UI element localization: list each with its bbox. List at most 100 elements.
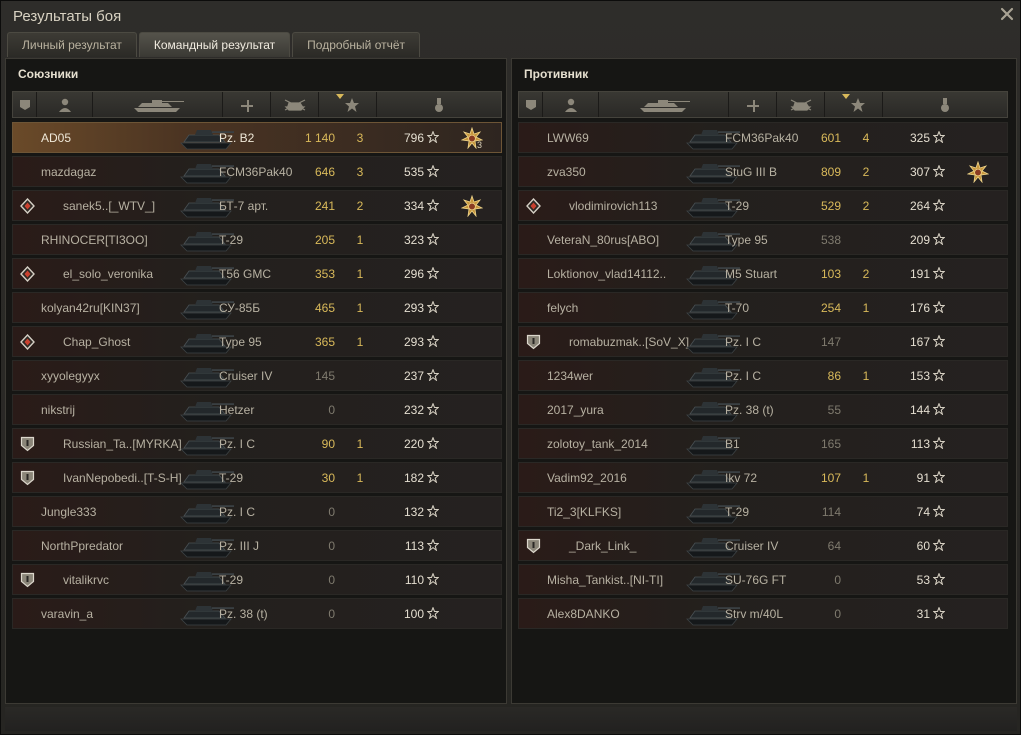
tank-name: T56 GMC [219,267,272,281]
player-row[interactable]: Chap_Ghost Type 95 365 1 293 [12,326,502,357]
sort-arrow-icon [841,93,850,99]
xp-star-icon [933,403,945,415]
achievement-medal-icon[interactable] [461,195,483,217]
player-row[interactable]: nikstrij Hetzer 0 232 [12,394,502,425]
battle-results-window: Результаты боя Личный результат Командны… [0,0,1021,735]
damage-value: 0 [834,607,841,621]
player-row[interactable]: zva350 StuG III B 809 2 307 [518,156,1008,187]
player-row[interactable]: _Dark_Link_ Cruiser IV 64 60 [518,530,1008,561]
player-row[interactable]: Ti2_3[KLFKS] T-29 114 74 [518,496,1008,527]
damage-value: 0 [328,505,335,519]
damage-value: 86 [827,369,841,383]
achievement-medal-icon[interactable] [967,161,989,183]
player-row[interactable]: VeteraN_80rus[ABO] Type 95 538 209 [518,224,1008,255]
player-row[interactable]: Jungle333 Pz. I C 0 132 [12,496,502,527]
player-row[interactable]: sanek5..[_WTV_] БТ-7 арт. 241 2 334 [12,190,502,221]
xp-star-icon [933,301,945,313]
xp-star-icon [427,165,439,177]
diamond-badge-icon [20,266,35,282]
tank-name: Pz. I C [219,437,256,451]
player-row[interactable]: el_solo_veronika T56 GMC 353 1 296 [12,258,502,289]
column-header-xp-star[interactable] [319,92,377,117]
column-header-damage[interactable] [223,92,271,117]
column-header-player[interactable] [543,92,599,117]
xp-value: 293 [403,335,424,349]
title-bar[interactable]: Результаты боя [1,1,1021,31]
damage-value: 90 [321,437,335,451]
column-header-kills[interactable] [271,92,319,117]
player-row[interactable]: felych T-70 254 1 176 [518,292,1008,323]
player-row[interactable]: NorthPpredator Pz. III J 0 113 [12,530,502,561]
damage-value: 64 [827,539,841,553]
column-header-platoon[interactable] [519,92,543,117]
clan-shield-icon [20,572,35,588]
player-name: IvanNepobedi..[T-S-H] [63,471,182,485]
player-row[interactable]: mazdagaz FCM36Pak40 646 3 535 [12,156,502,187]
column-header-tank[interactable] [599,92,729,117]
player-row[interactable]: 2017_yura Pz. 38 (t) 55 144 [518,394,1008,425]
player-row[interactable]: romabuzmak..[SoV_X] Pz. I C 147 167 [518,326,1008,357]
xp-star-icon [427,437,439,449]
xp-value: 31 [916,607,930,621]
xp-value: 191 [909,267,930,281]
xp-value: 176 [909,301,930,315]
damage-value: 165 [820,437,841,451]
column-header-player[interactable] [37,92,93,117]
xp-value: 153 [909,369,930,383]
xp-value: 535 [403,165,424,179]
allies-table-header [12,91,502,118]
player-row[interactable]: Alex8DANKO Strv m/40L 0 31 [518,598,1008,629]
damage-value: 254 [820,301,841,315]
tab-personal-result[interactable]: Личный результат [7,32,137,57]
column-header-platoon[interactable] [13,92,37,117]
column-header-kills[interactable] [777,92,825,117]
player-row[interactable]: AD05 Pz. B2 1 140 3 796 3 [12,122,502,153]
tank-name: FCM36Pak40 [725,131,799,145]
tank-name: T-29 [219,471,244,485]
column-header-tank[interactable] [93,92,223,117]
close-icon[interactable] [998,5,1016,23]
player-name: xyyolegyyx [41,369,100,383]
enemies-title: Противник [524,67,589,81]
damage-icon [240,99,253,112]
player-row[interactable]: xyyolegyyx Cruiser IV 145 237 [12,360,502,391]
column-header-xp-star[interactable] [825,92,883,117]
player-row[interactable]: RHINOCER[TI3OO] T-29 205 1 323 [12,224,502,255]
player-row[interactable]: zolotoy_tank_2014 B1 165 113 [518,428,1008,459]
tab-detailed-report[interactable]: Подробный отчёт [292,32,421,57]
player-row[interactable]: Loktionov_vlad14112.. M5 Stuart 103 2 191 [518,258,1008,289]
player-row[interactable]: Vadim92_2016 Ikv 72 107 1 91 [518,462,1008,493]
player-row[interactable]: varavin_a Pz. 38 (t) 0 100 [12,598,502,629]
column-header-medal[interactable] [883,92,1007,117]
damage-value: 529 [820,199,841,213]
player-row[interactable]: Russian_Ta..[MYRKA] Pz. I C 90 1 220 [12,428,502,459]
kills-value: 2 [862,165,870,179]
xp-star-icon [933,199,945,211]
damage-value: 0 [834,573,841,587]
damage-icon [746,99,759,112]
player-row[interactable]: 1234wer Pz. I C 86 1 153 [518,360,1008,391]
kills-value: 1 [862,471,870,485]
player-row[interactable]: Misha_Tankist..[NI-TI] SU-76G FT 0 53 [518,564,1008,595]
medal-icon [435,97,443,112]
column-header-damage[interactable] [729,92,777,117]
xp-value: 167 [909,335,930,349]
player-row[interactable]: kolyan42ru[KIN37] СУ-85Б 465 1 293 [12,292,502,323]
column-header-medal[interactable] [377,92,501,117]
tank-name: T-29 [219,573,244,587]
enemies-panel: Противник LWW69 FCM36Pak40 601 4 325 zva350 St… [511,58,1017,704]
player-name: vlodimirovich113 [569,199,658,213]
tab-team-result[interactable]: Командный результат [138,32,291,57]
player-row[interactable]: vitalikrvc T-29 0 110 [12,564,502,595]
kills-value: 1 [862,369,870,383]
xp-star-icon [933,369,945,381]
player-row[interactable]: vlodimirovich113 T-29 529 2 264 [518,190,1008,221]
player-name: Chap_Ghost [63,335,131,349]
sort-arrow-icon [335,93,344,99]
xp-star-icon [933,267,945,279]
player-row[interactable]: LWW69 FCM36Pak40 601 4 325 [518,122,1008,153]
xp-value: 334 [403,199,424,213]
player-row[interactable]: IvanNepobedi..[T-S-H] T-29 30 1 182 [12,462,502,493]
allies-panel: Союзники AD05 Pz. B2 1 140 3 796 3 mazdagaz FCM… [5,58,507,704]
xp-star-icon [344,97,359,112]
